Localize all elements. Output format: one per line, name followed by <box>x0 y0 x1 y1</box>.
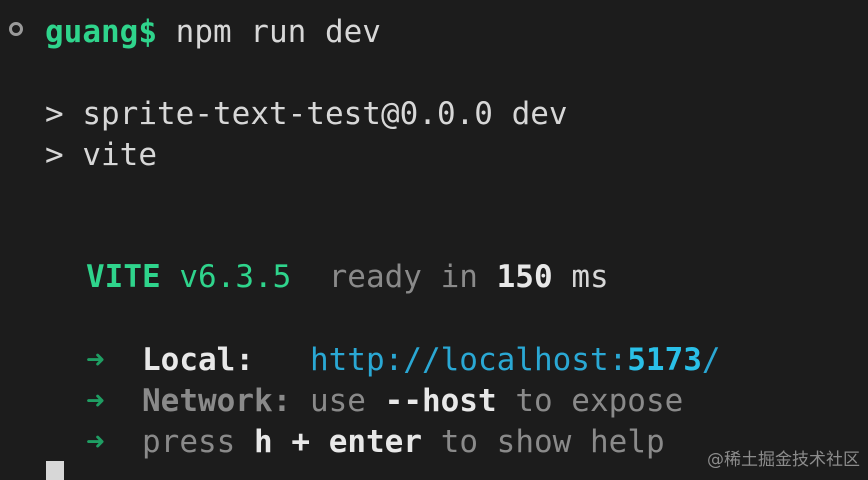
prompt-command: npm run dev <box>175 14 381 50</box>
network-label: Network: <box>142 383 292 419</box>
help-enter: enter <box>328 424 423 460</box>
help-rest: to show help <box>440 424 665 460</box>
vite-banner: VITE v6.3.5 ready in 150 ms <box>86 257 609 297</box>
prompt-line: guang$ npm run dev <box>45 12 381 52</box>
arrow-right-icon: ➜ <box>86 424 105 460</box>
ready-duration: 150 <box>496 259 553 295</box>
script-text: vite <box>82 137 157 173</box>
status-circle-icon <box>9 22 23 36</box>
help-press: press <box>142 424 236 460</box>
network-flag: --host <box>384 383 497 419</box>
script-line-2: > vite <box>45 135 157 175</box>
arrow-right-icon: ➜ <box>86 383 105 419</box>
script-text: sprite-text-test@0.0.0 dev <box>82 96 568 132</box>
arrow-right-icon: ➜ <box>86 342 105 378</box>
local-url[interactable]: http://localhost:5173/ <box>310 342 721 378</box>
help-line: ➜ press h + enter to show help <box>86 422 665 462</box>
ready-text: ready <box>328 259 422 295</box>
script-marker: > <box>45 137 64 173</box>
local-server-line: ➜ Local: http://localhost:5173/ <box>86 340 721 380</box>
script-marker: > <box>45 96 64 132</box>
help-plus: + <box>291 424 311 460</box>
script-line-1: > sprite-text-test@0.0.0 dev <box>45 94 568 134</box>
ready-unit: ms <box>571 259 609 295</box>
vite-name: VITE <box>86 259 161 295</box>
prompt-user: guang$ <box>45 14 157 50</box>
terminal-cursor <box>46 461 64 480</box>
local-url-prefix: http://localhost: <box>309 342 628 378</box>
watermark-text: @稀土掘金技术社区 <box>707 450 860 470</box>
network-use: use <box>309 383 366 419</box>
in-text: in <box>440 259 478 295</box>
network-server-line: ➜ Network: use --host to expose <box>86 381 683 421</box>
help-key: h <box>254 424 273 460</box>
network-rest: to expose <box>515 383 684 419</box>
local-label: Local: <box>142 342 254 378</box>
terminal-window[interactable]: guang$ npm run dev > sprite-text-test@0.… <box>0 0 868 480</box>
local-url-port: 5173 <box>627 342 702 378</box>
vite-version: v6.3.5 <box>179 259 292 295</box>
local-url-suffix: / <box>701 342 721 378</box>
